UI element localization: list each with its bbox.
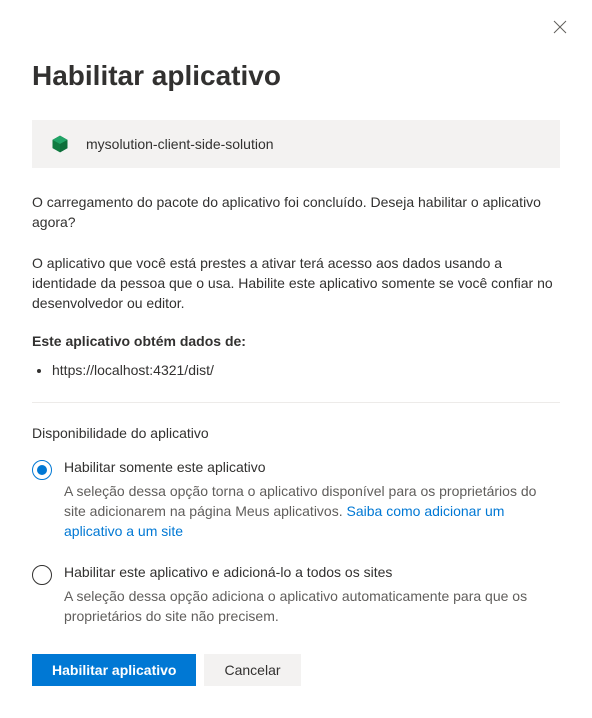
trust-warning-text: O aplicativo que você está prestes a ati… [32,253,560,314]
data-source-item: https://localhost:4321/dist/ [52,359,560,381]
divider [32,402,560,403]
intro-text: O carregamento do pacote do aplicativo f… [32,192,560,233]
radio-label: Habilitar somente este aplicativo [64,459,560,475]
app-name: mysolution-client-side-solution [86,136,274,152]
radio-icon [32,565,52,585]
availability-heading: Disponibilidade do aplicativo [32,425,560,441]
enable-app-button[interactable]: Habilitar aplicativo [32,654,196,686]
radio-icon [32,460,52,480]
availability-radio-group: Habilitar somente este aplicativo A sele… [32,459,560,626]
cancel-button[interactable]: Cancelar [204,654,300,686]
package-icon [50,134,70,154]
radio-enable-only[interactable]: Habilitar somente este aplicativo A sele… [32,459,560,542]
radio-enable-all-sites[interactable]: Habilitar este aplicativo e adicioná-lo … [32,564,560,627]
app-banner: mysolution-client-side-solution [32,120,560,168]
radio-description: A seleção dessa opção torna o aplicativo… [64,481,560,542]
data-sources-heading: Este aplicativo obtém dados de: [32,333,560,349]
close-button[interactable] [544,12,576,44]
radio-label: Habilitar este aplicativo e adicioná-lo … [64,564,560,580]
enable-app-dialog: Habilitar aplicativo mysolution-client-s… [0,0,592,718]
dialog-footer: Habilitar aplicativo Cancelar [32,654,560,686]
radio-description: A seleção dessa opção adiciona o aplicat… [64,586,560,627]
dialog-title: Habilitar aplicativo [32,60,560,92]
data-sources-list: https://localhost:4321/dist/ [32,359,560,381]
close-icon [553,20,567,37]
